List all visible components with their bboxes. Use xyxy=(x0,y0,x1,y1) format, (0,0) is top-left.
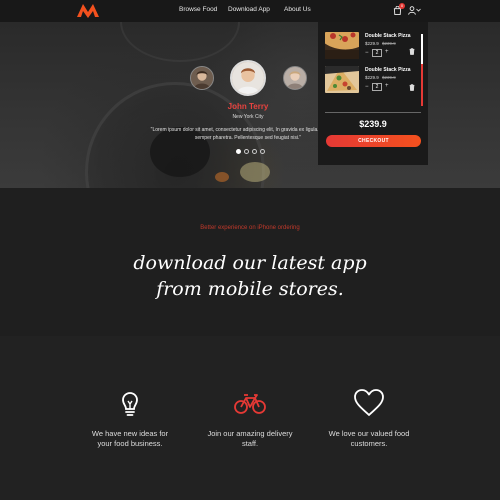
cart-dropdown: Double Stack Pizza $229.9 $239.9 − 2 + D… xyxy=(318,22,428,165)
pizza-image xyxy=(325,32,359,59)
cart-item: Double Stack Pizza $229.9 $239.9 − 2 + xyxy=(325,66,415,100)
qty-decrement-button[interactable]: − xyxy=(365,84,369,90)
cart-item-price: $229.9 xyxy=(365,41,379,46)
feature-text: Join our amazing delivery staff. xyxy=(207,429,293,448)
qty-input[interactable]: 2 xyxy=(372,49,382,57)
features-section: We have new ideas for your food business… xyxy=(0,336,500,500)
qty-decrement-button[interactable]: − xyxy=(365,50,369,56)
feature-item: We have new ideas for your food business… xyxy=(70,386,190,449)
heart-icon xyxy=(354,389,384,416)
nav-download-app[interactable]: Download App xyxy=(228,6,270,13)
qty-increment-button[interactable]: + xyxy=(385,83,389,89)
lightbulb-icon xyxy=(122,392,138,416)
carousel-dot[interactable] xyxy=(260,149,265,154)
cart-count-badge: 0 xyxy=(399,3,405,9)
nav-about-us[interactable]: About Us xyxy=(284,6,311,13)
logo[interactable] xyxy=(76,3,100,18)
background-plate xyxy=(120,22,240,62)
cart-scrollbar-thumb[interactable] xyxy=(421,34,423,64)
testimonial-avatar-active[interactable] xyxy=(230,60,266,96)
testimonial-name: John Terry xyxy=(227,102,269,111)
background-food xyxy=(215,172,229,182)
app-section-kicker: Better experience on iPhone ordering xyxy=(200,225,300,231)
qty-input[interactable]: 2 xyxy=(372,83,382,91)
cart-total: $239.9 xyxy=(359,119,387,129)
cart-item-old-price: $239.9 xyxy=(382,75,396,80)
testimonial-avatar-next[interactable] xyxy=(283,66,307,90)
bicycle-icon xyxy=(234,394,266,414)
carousel-dot[interactable] xyxy=(252,149,257,154)
app-section-title: download our latest app from mobile stor… xyxy=(0,250,500,302)
carousel-dot[interactable] xyxy=(236,149,241,154)
cart-divider xyxy=(325,112,421,113)
qty-increment-button[interactable]: + xyxy=(385,49,389,55)
download-app-section: Better experience on iPhone ordering dow… xyxy=(0,188,500,336)
chevron-down-icon[interactable] xyxy=(416,8,421,12)
cart-item-price: $229.9 xyxy=(365,75,379,80)
background-food xyxy=(240,162,270,182)
cart-item-name: Double Stack Pizza xyxy=(365,67,411,73)
checkout-button[interactable]: CHECKOUT xyxy=(326,135,421,147)
cart-item-name: Double Stack Pizza xyxy=(365,33,411,39)
feature-item: We love our valued food customers. xyxy=(309,386,429,449)
user-icon[interactable] xyxy=(408,6,416,15)
trash-icon[interactable] xyxy=(409,48,415,55)
trash-icon[interactable] xyxy=(409,84,415,91)
feature-text: We love our valued food customers. xyxy=(328,429,410,448)
cart-item-old-price: $239.9 xyxy=(382,41,396,46)
feature-item: Join our amazing delivery staff. xyxy=(190,386,310,449)
cart-item: Double Stack Pizza $229.9 $239.9 − 2 + xyxy=(325,32,415,66)
app-title-line: download our latest app xyxy=(133,252,367,274)
feature-text: We have new ideas for your food business… xyxy=(91,429,169,448)
nav-browse-food[interactable]: Browse Food xyxy=(179,6,217,13)
pizza-image xyxy=(325,66,359,93)
carousel-dot[interactable] xyxy=(244,149,249,154)
carousel-dots xyxy=(236,149,265,154)
testimonial-avatar-previous[interactable] xyxy=(190,66,214,90)
app-title-line: from mobile stores. xyxy=(156,278,344,300)
testimonial-city: New York City xyxy=(232,114,264,120)
top-nav-bar: Browse Food Download App About Us 0 xyxy=(0,0,500,22)
